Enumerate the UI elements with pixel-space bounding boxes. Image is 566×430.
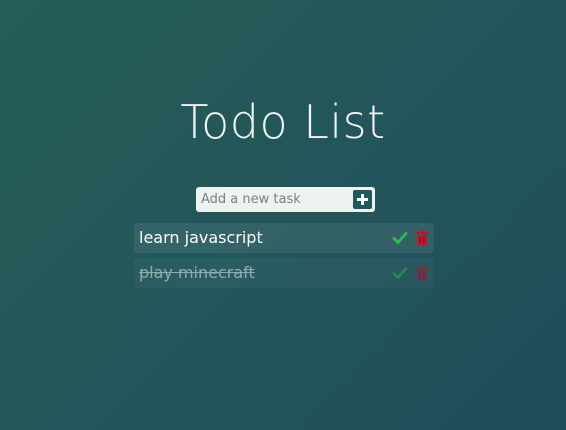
trash-icon xyxy=(415,230,429,246)
todo-app: Todo List learn javascript xyxy=(0,0,566,430)
plus-square-icon xyxy=(353,190,372,209)
delete-button[interactable] xyxy=(415,265,429,281)
add-task-button[interactable] xyxy=(351,187,375,212)
new-task-input[interactable] xyxy=(196,187,351,212)
todo-item-completed: play minecraft xyxy=(134,258,434,288)
todo-item: learn javascript xyxy=(134,223,434,253)
complete-button[interactable] xyxy=(392,265,408,281)
trash-icon xyxy=(415,265,429,281)
check-icon xyxy=(392,231,408,245)
check-icon xyxy=(392,266,408,280)
delete-button[interactable] xyxy=(415,230,429,246)
todo-item-text: learn javascript xyxy=(139,228,263,247)
page-title: Todo List xyxy=(180,95,386,149)
add-task-form xyxy=(196,187,375,212)
todo-item-text: play minecraft xyxy=(139,263,255,282)
complete-button[interactable] xyxy=(392,230,408,246)
